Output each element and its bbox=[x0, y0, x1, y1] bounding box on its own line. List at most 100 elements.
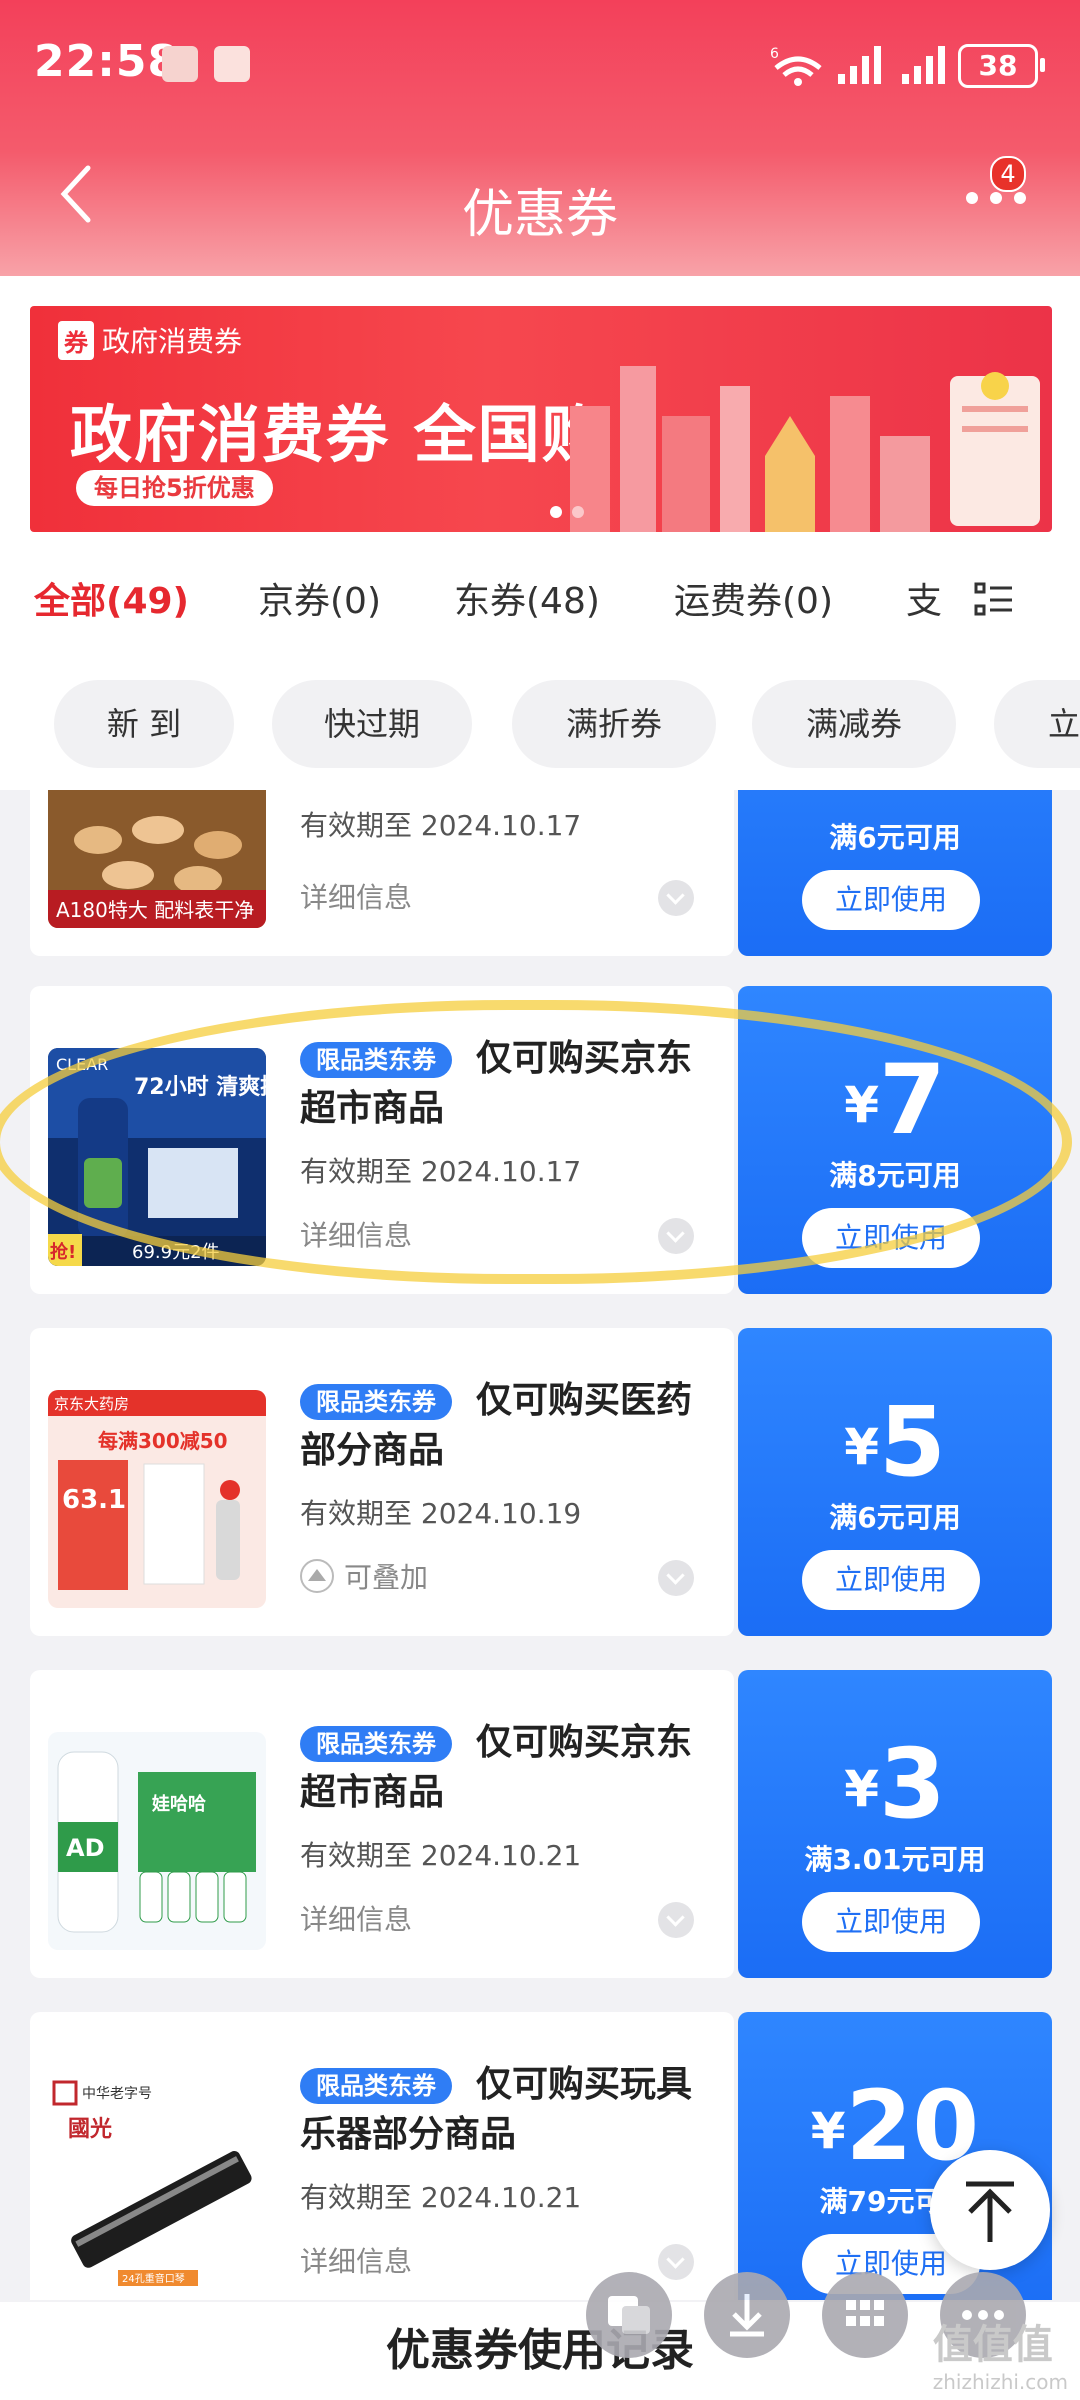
banner-cta[interactable]: 每日抢5折优惠 bbox=[76, 470, 273, 506]
coupon-value: 满6元可用 立即使用 bbox=[738, 790, 1052, 956]
coupon-text: 限品类东券 仅可购买京东超市商品 有效期至 2024.10.17 bbox=[300, 1034, 720, 1190]
coupon-amount: ¥7 bbox=[844, 1044, 946, 1156]
coupon-card[interactable]: 京东大药房 每满300减50 63.1 限品类东券 仅可购买医药部分商品 有效期至… bbox=[30, 1328, 1052, 1636]
medicine-product-image: 京东大药房 每满300减50 63.1 bbox=[48, 1390, 266, 1608]
coupon-validity: 有效期至 2024.10.21 bbox=[300, 2181, 582, 2214]
signal-icon bbox=[838, 46, 881, 84]
use-now-button[interactable]: 立即使用 bbox=[802, 870, 980, 930]
translate-button[interactable] bbox=[586, 2272, 672, 2358]
category-tag: 限品类东券 bbox=[300, 1042, 452, 1078]
download-button[interactable] bbox=[704, 2272, 790, 2358]
coupon-title: 限品类东券 仅可购买玩具乐器部分商品 bbox=[300, 2060, 720, 2160]
detail-label: 详细信息 bbox=[300, 2245, 413, 2278]
city-skyline-icon bbox=[570, 366, 1040, 532]
pager-dot bbox=[550, 506, 562, 518]
coupon-list: A180特大 配料表干净 有效期至 2024.10.17 详细信息 满6元可用 … bbox=[0, 790, 1080, 2300]
apps-button[interactable] bbox=[822, 2272, 908, 2358]
coupon-title: 限品类东券 仅可购买医药部分商品 bbox=[300, 1376, 720, 1476]
coupon-info: 中华老字号 國光 24孔重音口琴 限品类东券 仅可购买玩具乐器部分商品 有效期至 … bbox=[30, 2012, 734, 2300]
tab-dong-coupon[interactable]: 东券(48) bbox=[454, 572, 600, 624]
chip-new[interactable]: 新 到 bbox=[54, 680, 234, 768]
app-notification-icon bbox=[214, 46, 250, 82]
coupon-info: 娃哈哈 AD 限品类东券 仅可购买京东超市商品 有效期至 2024.10.21 详… bbox=[30, 1670, 734, 1978]
coupon-value: ¥5 满6元可用 立即使用 bbox=[738, 1328, 1052, 1636]
detail-label: 详细信息 bbox=[300, 881, 413, 914]
chip-expiring[interactable]: 快过期 bbox=[272, 680, 472, 768]
use-now-button[interactable]: 立即使用 bbox=[802, 1208, 980, 1268]
banner-pager bbox=[550, 506, 584, 518]
coupon-history-link[interactable]: 优惠券使用记录 bbox=[0, 2302, 1080, 2400]
signal-icon-2 bbox=[902, 46, 945, 84]
pager-dot bbox=[572, 506, 584, 518]
coupon-info: A180特大 配料表干净 有效期至 2024.10.17 详细信息 bbox=[30, 790, 734, 956]
list-layout-icon[interactable] bbox=[974, 580, 1014, 620]
banner-brand-label: 政府消费券 bbox=[102, 325, 243, 358]
coupon-card[interactable]: 娃哈哈 AD 限品类东券 仅可购买京东超市商品 有效期至 2024.10.21 详… bbox=[30, 1670, 1052, 1978]
status-bar: 22:58 6 38 bbox=[0, 0, 1080, 120]
coupon-tabs: 全部(49) 京券(0) 东券(48) 运费券(0) 支 bbox=[0, 560, 1080, 632]
svg-text:72小时 清爽控油: 72小时 清爽控油 bbox=[134, 1074, 266, 1100]
coupon-detail[interactable]: 详细信息 bbox=[300, 1214, 412, 1254]
coupon-validity: 有效期至 2024.10.17 bbox=[300, 809, 582, 842]
coupon-value: ¥3 满3.01元可用 立即使用 bbox=[738, 1670, 1052, 1978]
coupon-amount: ¥5 bbox=[844, 1386, 946, 1498]
banner-brand: 券 政府消费券 bbox=[58, 320, 242, 360]
svg-text:24孔重音口琴: 24孔重音口琴 bbox=[122, 2272, 185, 2285]
coupon-value: ¥7 满8元可用 立即使用 bbox=[738, 986, 1052, 1294]
coupon-stackable[interactable]: 可叠加 bbox=[300, 1556, 428, 1596]
drink-product-image: 娃哈哈 AD bbox=[48, 1732, 266, 1950]
use-now-button[interactable]: 立即使用 bbox=[802, 1892, 980, 1952]
grid-icon bbox=[846, 2300, 884, 2326]
filter-chips: 新 到 快过期 满折券 满减券 立 bbox=[0, 680, 1080, 772]
promo-banner[interactable]: 券 政府消费券 政府消费券 全国购 每日抢5折优惠 bbox=[30, 306, 1052, 532]
banner-headline: 政府消费券 全国购 bbox=[70, 398, 606, 471]
coupon-validity: 有效期至 2024.10.21 bbox=[300, 1839, 582, 1872]
coupon-condition: 满3.01元可用 bbox=[804, 1843, 986, 1876]
battery-indicator: 38 bbox=[958, 44, 1045, 88]
header: 22:58 6 38 优惠券 4 bbox=[0, 0, 1080, 276]
wifi-icon: 6 bbox=[770, 46, 822, 86]
chevron-down-icon[interactable] bbox=[658, 1560, 694, 1596]
chevron-down-icon[interactable] bbox=[658, 1902, 694, 1938]
coupon-detail[interactable]: 详细信息 bbox=[300, 1898, 412, 1938]
chevron-down-icon[interactable] bbox=[658, 1218, 694, 1254]
coupon-detail[interactable]: 详细信息 bbox=[300, 876, 412, 916]
coupon-condition: 满8元可用 bbox=[829, 1159, 961, 1192]
coupon-amount: ¥3 bbox=[844, 1728, 946, 1840]
coupon-text: 限品类东券 仅可购买京东超市商品 有效期至 2024.10.21 bbox=[300, 1718, 720, 1874]
use-now-button[interactable]: 立即使用 bbox=[802, 1550, 980, 1610]
chip-more[interactable]: 立 bbox=[994, 680, 1080, 768]
translate-icon bbox=[608, 2296, 650, 2334]
coupon-card[interactable]: A180特大 配料表干净 有效期至 2024.10.17 详细信息 满6元可用 … bbox=[30, 790, 1052, 956]
coupon-logo-icon: 券 bbox=[58, 320, 94, 360]
download-icon bbox=[730, 2294, 764, 2337]
stackable-label: 可叠加 bbox=[344, 1561, 429, 1594]
back-to-top-button[interactable] bbox=[930, 2150, 1050, 2270]
coupon-text: 限品类东券 仅可购买玩具乐器部分商品 有效期至 2024.10.21 bbox=[300, 2060, 720, 2216]
shampoo-product-image: CLEAR 72小时 清爽控油 69.9元2件 抢! bbox=[48, 1048, 266, 1266]
coupon-card[interactable]: 中华老字号 國光 24孔重音口琴 限品类东券 仅可购买玩具乐器部分商品 有效期至 … bbox=[30, 2012, 1052, 2300]
coupon-card[interactable]: CLEAR 72小时 清爽控油 69.9元2件 抢! 限品类东券仅可购买京东超市… bbox=[30, 986, 1052, 1294]
coupon-info: 京东大药房 每满300减50 63.1 限品类东券 仅可购买医药部分商品 有效期至… bbox=[30, 1328, 734, 1636]
coupon-detail[interactable]: 详细信息 bbox=[300, 2240, 412, 2280]
status-time: 22:58 bbox=[34, 36, 180, 87]
coupon-validity: 有效期至 2024.10.19 bbox=[300, 1497, 582, 1530]
category-tag: 限品类东券 bbox=[300, 2068, 452, 2104]
tab-all[interactable]: 全部(49) bbox=[34, 572, 189, 624]
watermark: 值值值 zhizhizhi.com bbox=[933, 2312, 1068, 2394]
svg-text:每满300减50: 每满300减50 bbox=[98, 1429, 228, 1453]
chevron-down-icon[interactable] bbox=[658, 880, 694, 916]
page-title: 优惠券 bbox=[461, 185, 618, 245]
svg-text:娃哈哈: 娃哈哈 bbox=[151, 1793, 206, 1815]
harmonica-product-image: 中华老字号 國光 24孔重音口琴 bbox=[48, 2074, 266, 2292]
svg-text:69.9元2件: 69.9元2件 bbox=[132, 1242, 220, 1263]
svg-text:京东大药房: 京东大药房 bbox=[54, 1395, 129, 1413]
detail-label: 详细信息 bbox=[300, 1219, 413, 1252]
nuts-product-image: A180特大 配料表干净 bbox=[48, 790, 266, 928]
tab-more-partial[interactable]: 支 bbox=[906, 572, 942, 624]
chip-discount[interactable]: 满折券 bbox=[512, 680, 716, 768]
coupon-title: 限品类东券 仅可购买京东超市商品 bbox=[300, 1718, 720, 1818]
tab-jd-coupon[interactable]: 京券(0) bbox=[258, 572, 381, 624]
chip-reduction[interactable]: 满减券 bbox=[752, 680, 956, 768]
tab-shipping-coupon[interactable]: 运费券(0) bbox=[674, 572, 833, 624]
